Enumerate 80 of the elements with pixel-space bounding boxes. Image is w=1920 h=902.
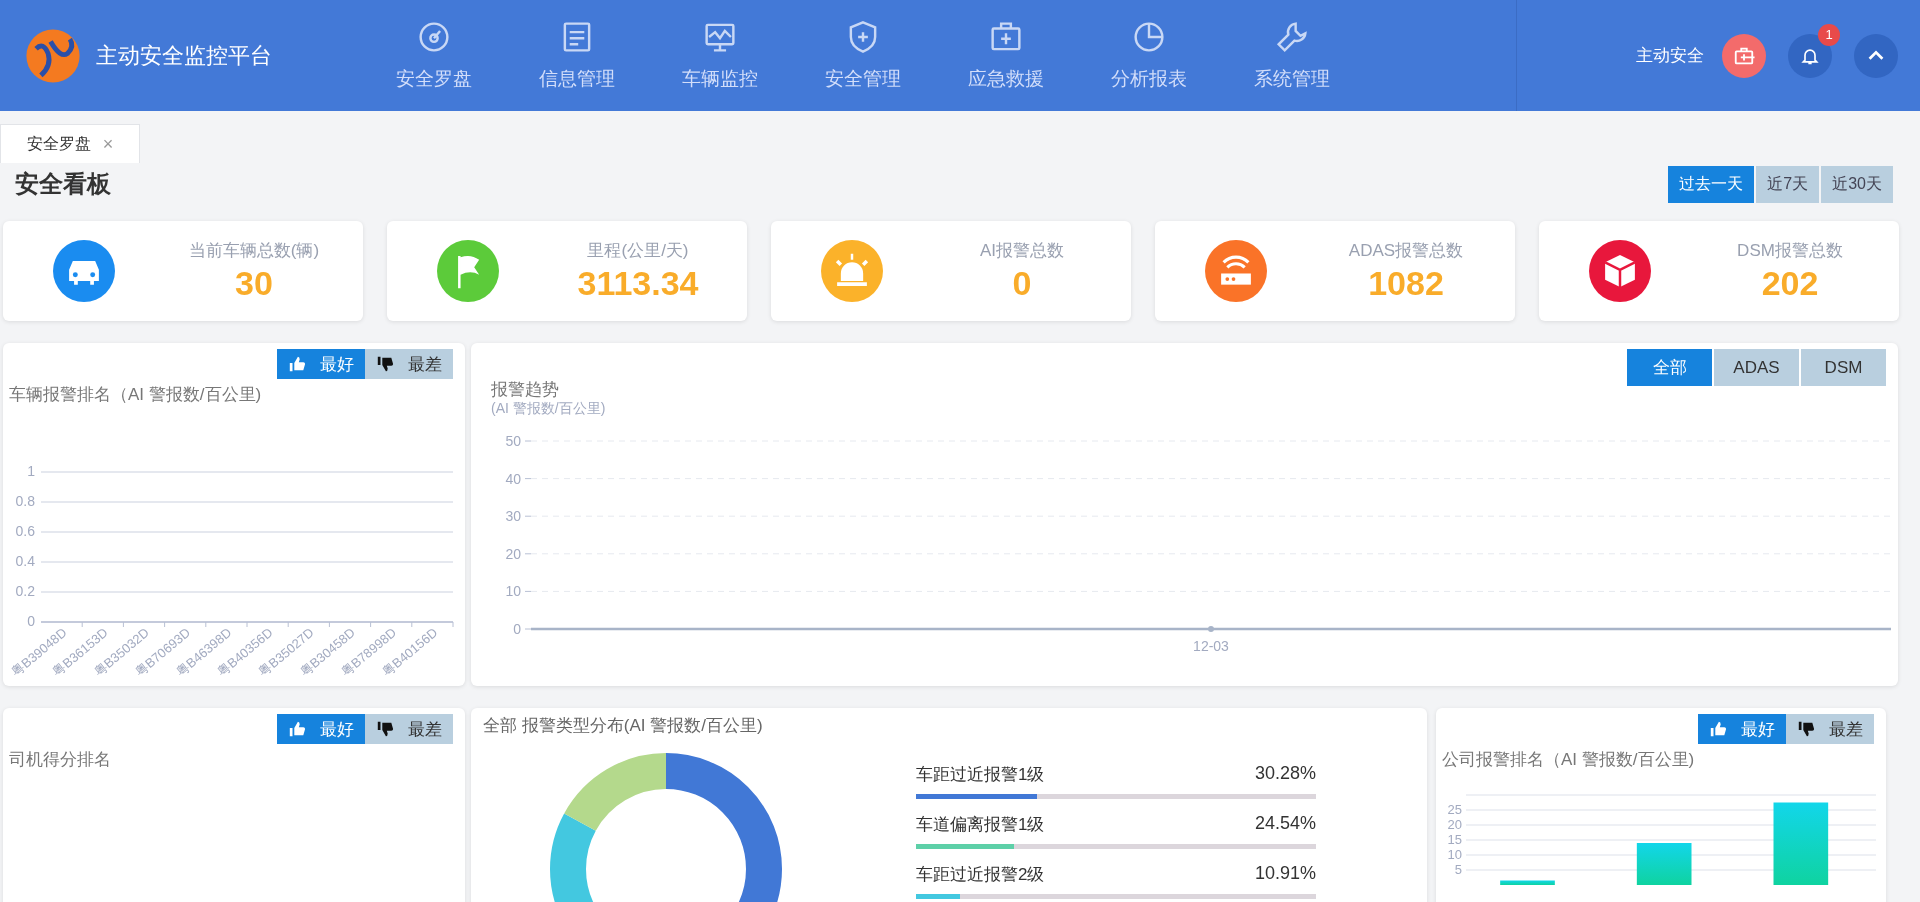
page-tab[interactable]: 安全罗盘 ×	[0, 124, 140, 163]
y-axis-tick: 50	[505, 433, 521, 449]
y-axis-tick: 5	[1454, 862, 1462, 877]
time-range-tab[interactable]: 近7天	[1756, 165, 1820, 203]
stat-value: 202	[1761, 264, 1819, 303]
collapse-button[interactable]	[1854, 33, 1898, 78]
user-name: 主动安全	[1636, 45, 1704, 67]
wrench-icon	[1274, 19, 1309, 54]
alarm-type-tab[interactable]: 全部	[1627, 349, 1712, 386]
y-axis-tick: 0	[27, 613, 35, 629]
stat-value: 3113.34	[577, 264, 699, 303]
nav-menu-item[interactable]: 信息管理	[505, 19, 648, 92]
y-axis-tick: 30	[505, 508, 521, 525]
y-axis-tick: 0.4	[15, 553, 35, 569]
nav-menu-item[interactable]: 安全罗盘	[362, 19, 505, 92]
nav-menu-item[interactable]: 车辆监控	[648, 19, 791, 92]
time-range-tab[interactable]: 近30天	[1821, 165, 1893, 203]
thumbs-up-icon	[288, 355, 306, 373]
thumbs-down-icon	[376, 720, 394, 738]
bar	[1500, 880, 1555, 885]
stat-label: ADAS报警总数	[1348, 240, 1464, 262]
first-aid-kit-button[interactable]	[1722, 33, 1766, 78]
y-axis-tick: 20	[1447, 817, 1462, 832]
pie-chart-icon	[1131, 19, 1166, 54]
time-range-tab[interactable]: 过去一天	[1668, 165, 1755, 203]
alarm-type-percent: 10.91%	[1254, 863, 1316, 885]
stat-label: 当前车辆总数(辆)	[188, 240, 320, 262]
y-axis-tick: 0	[513, 621, 521, 637]
ranking-toggle[interactable]: 最差	[365, 714, 453, 744]
chart-title: 车辆报警排名（AI 警报数/百公里)	[8, 384, 263, 406]
ranking-toggle[interactable]: 最差	[1786, 714, 1874, 744]
alarm-type-percent: 30.28%	[1254, 763, 1316, 785]
logo-icon	[24, 26, 82, 85]
y-axis-tick: 10	[1447, 847, 1462, 862]
y-axis-tick: 15	[1447, 832, 1462, 847]
y-axis-tick: 40	[505, 470, 521, 487]
alarm-type-name: 车距过近报警1级	[916, 764, 1045, 786]
y-axis-tick: 0.2	[15, 583, 35, 599]
y-axis-label: (AI 警报数/百公里)	[491, 401, 606, 416]
alarm-type-tab[interactable]: ADAS	[1714, 349, 1799, 386]
alarm-type-tab[interactable]: DSM	[1801, 349, 1886, 386]
ranking-toggle[interactable]: 最好	[277, 349, 365, 379]
thumbs-down-icon	[376, 355, 394, 373]
dashboard-title: 安全看板	[15, 169, 111, 199]
platform-title: 主动安全监控平台	[96, 41, 272, 70]
stat-label: DSM报警总数	[1737, 240, 1843, 262]
y-axis-tick: 0.8	[15, 493, 35, 509]
thumbs-down-icon	[1797, 720, 1815, 738]
stat-label: 里程(公里/天)	[587, 240, 689, 262]
gauge-icon	[416, 19, 451, 54]
thumbs-up-icon	[1709, 720, 1727, 738]
y-axis-tick: 1	[27, 463, 35, 479]
ranking-toggle[interactable]: 最好	[1698, 714, 1786, 744]
stat-value: 0	[1012, 264, 1032, 303]
card-title: 全部 报警类型分布(AI 警报数/百公里)	[482, 715, 764, 737]
y-axis-tick: 25	[1447, 802, 1462, 817]
nav-menu-item[interactable]: 安全管理	[791, 19, 934, 92]
thumbs-up-icon	[288, 720, 306, 738]
y-axis-tick: 20	[505, 545, 521, 562]
card-title: 司机得分排名	[8, 749, 112, 771]
alarm-type-name: 车距过近报警2级	[916, 864, 1045, 886]
stat-value: 30	[235, 264, 273, 303]
close-tab-icon[interactable]: ×	[102, 133, 114, 155]
y-axis-tick: 0.6	[15, 523, 35, 539]
chart-title: 报警趋势	[490, 379, 560, 401]
nav-menu-item[interactable]: 应急救援	[934, 19, 1077, 92]
y-axis-tick: 10	[505, 583, 521, 600]
nav-menu-item[interactable]: 系统管理	[1220, 19, 1363, 92]
ranking-toggle[interactable]: 最好	[277, 714, 365, 744]
stat-value: 1082	[1368, 264, 1444, 303]
data-point	[1208, 626, 1214, 632]
chart-title: 公司报警排名（AI 警报数/百公里)	[1441, 749, 1696, 771]
bar	[1636, 843, 1692, 885]
stat-label: AI报警总数	[979, 240, 1065, 262]
alarm-type-percent: 24.54%	[1254, 813, 1316, 835]
nav-menu-item[interactable]: 分析报表	[1077, 19, 1220, 92]
notification-count-badge: 1	[1818, 23, 1840, 46]
ranking-toggle[interactable]: 最差	[365, 349, 453, 379]
alarm-type-name: 车道偏离报警1级	[916, 814, 1045, 836]
x-axis-label: 12-03	[1193, 638, 1229, 651]
